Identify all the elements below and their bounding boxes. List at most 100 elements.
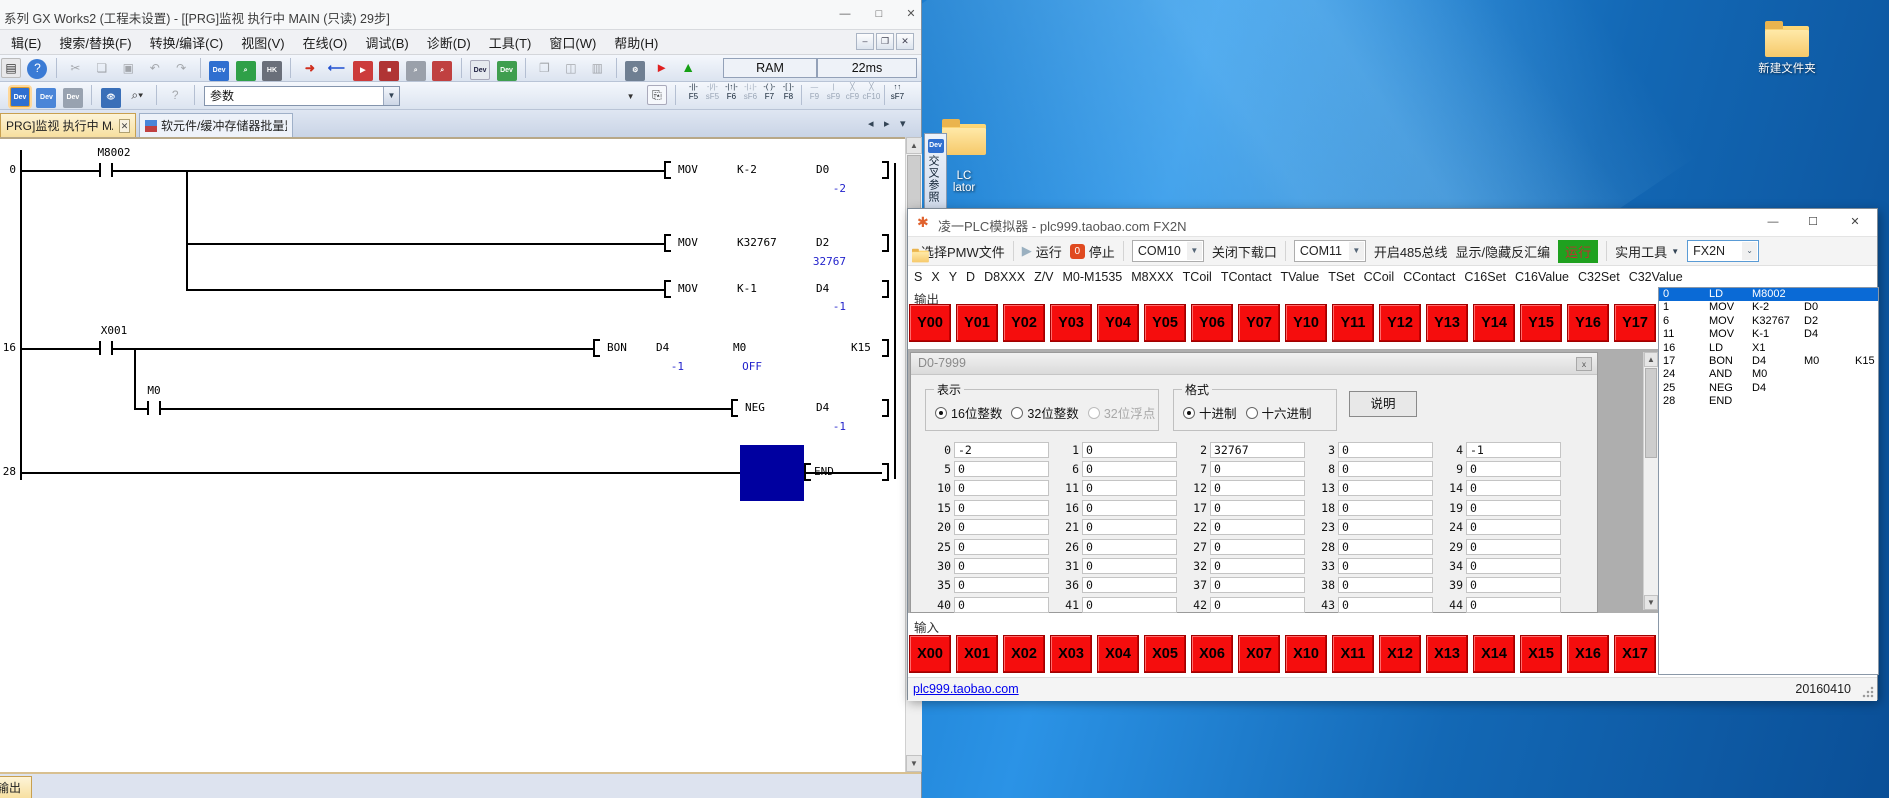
- write-to-plc-icon[interactable]: ➜: [300, 59, 320, 79]
- watch-start-icon[interactable]: Dev: [10, 87, 30, 107]
- register-value-input[interactable]: 0: [1082, 519, 1177, 535]
- read-from-plc-icon[interactable]: ⟵: [326, 59, 346, 79]
- register-value-input[interactable]: 0: [1210, 577, 1305, 593]
- instruction-row[interactable]: 11MOVK-1D4: [1659, 328, 1878, 341]
- input-button-X06[interactable]: X06: [1191, 635, 1233, 673]
- ladder-symbol-button-F6[interactable]: -|↑|-F6: [722, 82, 741, 106]
- register-value-input[interactable]: 0: [954, 480, 1049, 496]
- register-value-input[interactable]: 0: [954, 500, 1049, 516]
- device-tab-C32Set[interactable]: C32Set: [1578, 270, 1620, 284]
- cut-icon[interactable]: ✂: [65, 59, 85, 79]
- run-button[interactable]: ▶运行: [1022, 242, 1062, 261]
- input-button-X04[interactable]: X04: [1097, 635, 1139, 673]
- register-value-input[interactable]: 0: [1338, 442, 1433, 458]
- mdi-close-icon[interactable]: ✕: [896, 33, 914, 50]
- input-button-X03[interactable]: X03: [1050, 635, 1092, 673]
- device-tab-M0-M1535[interactable]: M0-M1535: [1063, 270, 1123, 284]
- output-button-Y15[interactable]: Y15: [1520, 304, 1562, 342]
- register-value-input[interactable]: 0: [1466, 461, 1561, 477]
- device-tab-Y[interactable]: Y: [949, 270, 957, 284]
- device-tab-X[interactable]: X: [931, 270, 939, 284]
- menu-item[interactable]: 工具(T): [480, 31, 541, 54]
- device-tab-TSet[interactable]: TSet: [1328, 270, 1354, 284]
- output-button-Y11[interactable]: Y11: [1332, 304, 1374, 342]
- device-tab-D[interactable]: D: [966, 270, 975, 284]
- gx-titlebar[interactable]: 系列 GX Works2 (工程未设置) - [[PRG]监视 执行中 MAIN…: [0, 0, 921, 30]
- device-tab-C16Value[interactable]: C16Value: [1515, 270, 1569, 284]
- chevron-down-icon[interactable]: ▼: [1187, 242, 1202, 260]
- output-button-Y17[interactable]: Y17: [1614, 304, 1656, 342]
- register-value-input[interactable]: 0: [1338, 577, 1433, 593]
- scroll-down-icon[interactable]: ▼: [1644, 595, 1658, 610]
- instruction-row[interactable]: 6MOVK32767D2: [1659, 315, 1878, 328]
- device-tab-S[interactable]: S: [914, 270, 922, 284]
- register-value-input[interactable]: 0: [1466, 480, 1561, 496]
- device-tab-TContact[interactable]: TContact: [1221, 270, 1272, 284]
- input-button-X15[interactable]: X15: [1520, 635, 1562, 673]
- zoom-dropdown-icon[interactable]: ⌕▾: [127, 86, 147, 106]
- instruction-row[interactable]: 16LDX1: [1659, 342, 1878, 355]
- desktop-icon-new-folder[interactable]: 新建文件夹: [1747, 20, 1827, 76]
- register-value-input[interactable]: 0: [1210, 500, 1305, 516]
- input-button-X13[interactable]: X13: [1426, 635, 1468, 673]
- bus485-port-combo[interactable]: COM11▼: [1294, 240, 1366, 262]
- output-button-Y06[interactable]: Y06: [1191, 304, 1233, 342]
- menu-item[interactable]: 窗口(W): [540, 31, 605, 54]
- register-value-input[interactable]: 0: [1338, 539, 1433, 555]
- register-value-input[interactable]: 32767: [1210, 442, 1305, 458]
- register-value-input[interactable]: 0: [954, 597, 1049, 613]
- disassembly-list[interactable]: 0LDM80021MOVK-2D06MOVK32767D211MOVK-1D41…: [1658, 287, 1879, 675]
- device-tab-Z/V[interactable]: Z/V: [1034, 270, 1053, 284]
- device-display-icon[interactable]: Dev: [470, 60, 490, 80]
- output-button-Y03[interactable]: Y03: [1050, 304, 1092, 342]
- resize-grip[interactable]: [1862, 686, 1874, 698]
- input-button-X07[interactable]: X07: [1238, 635, 1280, 673]
- input-button-X17[interactable]: X17: [1614, 635, 1656, 673]
- instruction-row[interactable]: 25NEGD4: [1659, 382, 1878, 395]
- register-value-input[interactable]: 0: [954, 461, 1049, 477]
- dropdown-arrow-icon[interactable]: ▼: [621, 88, 641, 108]
- device-search-icon[interactable]: Dev: [209, 61, 229, 81]
- maximize-button[interactable]: ☐: [1796, 209, 1830, 236]
- output-button-Y12[interactable]: Y12: [1379, 304, 1421, 342]
- instruction-row[interactable]: 17BOND4M0K15: [1659, 355, 1878, 368]
- scrollbar-thumb[interactable]: [1645, 368, 1657, 458]
- undo-icon[interactable]: ↶: [145, 59, 165, 79]
- output-button-Y13[interactable]: Y13: [1426, 304, 1468, 342]
- input-button-X12[interactable]: X12: [1379, 635, 1421, 673]
- register-value-input[interactable]: 0: [1082, 500, 1177, 516]
- output-button-Y05[interactable]: Y05: [1144, 304, 1186, 342]
- instruction-row[interactable]: 24ANDM0: [1659, 368, 1878, 381]
- scroll-down-icon[interactable]: ▼: [906, 755, 922, 772]
- copy-icon[interactable]: ❏: [92, 59, 112, 79]
- radio-16位整数[interactable]: 16位整数: [935, 403, 1002, 422]
- output-button-Y16[interactable]: Y16: [1567, 304, 1609, 342]
- register-value-input[interactable]: 0: [1466, 519, 1561, 535]
- program-check-icon[interactable]: ⚙: [625, 61, 645, 81]
- tab-scroll-left-icon[interactable]: ◂: [868, 117, 874, 130]
- output-button-Y14[interactable]: Y14: [1473, 304, 1515, 342]
- plc-model-combo[interactable]: FX2N⌄: [1687, 240, 1759, 262]
- printer-icon[interactable]: ▤: [1, 58, 21, 78]
- input-button-X05[interactable]: X05: [1144, 635, 1186, 673]
- output-button-Y07[interactable]: Y07: [1238, 304, 1280, 342]
- register-value-input[interactable]: 0: [954, 519, 1049, 535]
- device-tab-TValue[interactable]: TValue: [1281, 270, 1320, 284]
- register-value-input[interactable]: -1: [1466, 442, 1561, 458]
- output-button-Y02[interactable]: Y02: [1003, 304, 1045, 342]
- register-value-input[interactable]: 0: [1082, 539, 1177, 555]
- register-value-input[interactable]: 0: [1466, 577, 1561, 593]
- chevron-down-icon[interactable]: ⌄: [1742, 242, 1757, 260]
- ladder-editor[interactable]: 0 16 28 M8002 MOV K-2 D0 -2 MOV K32767 D…: [0, 137, 905, 772]
- shortcut-search-icon[interactable]: HK: [262, 61, 282, 81]
- toggle-disassembly-button[interactable]: 显示/隐藏反汇编: [1456, 242, 1551, 261]
- instruction-row[interactable]: 28END: [1659, 395, 1878, 408]
- device-tab-D8XXX[interactable]: D8XXX: [984, 270, 1025, 284]
- register-value-input[interactable]: 0: [954, 558, 1049, 574]
- monitor-start-icon[interactable]: ▶: [353, 61, 373, 81]
- register-value-input[interactable]: 0: [1082, 461, 1177, 477]
- radio-32位整数[interactable]: 32位整数: [1011, 403, 1078, 422]
- scroll-up-icon[interactable]: ▲: [906, 137, 922, 154]
- register-value-input[interactable]: 0: [1338, 558, 1433, 574]
- input-button-X11[interactable]: X11: [1332, 635, 1374, 673]
